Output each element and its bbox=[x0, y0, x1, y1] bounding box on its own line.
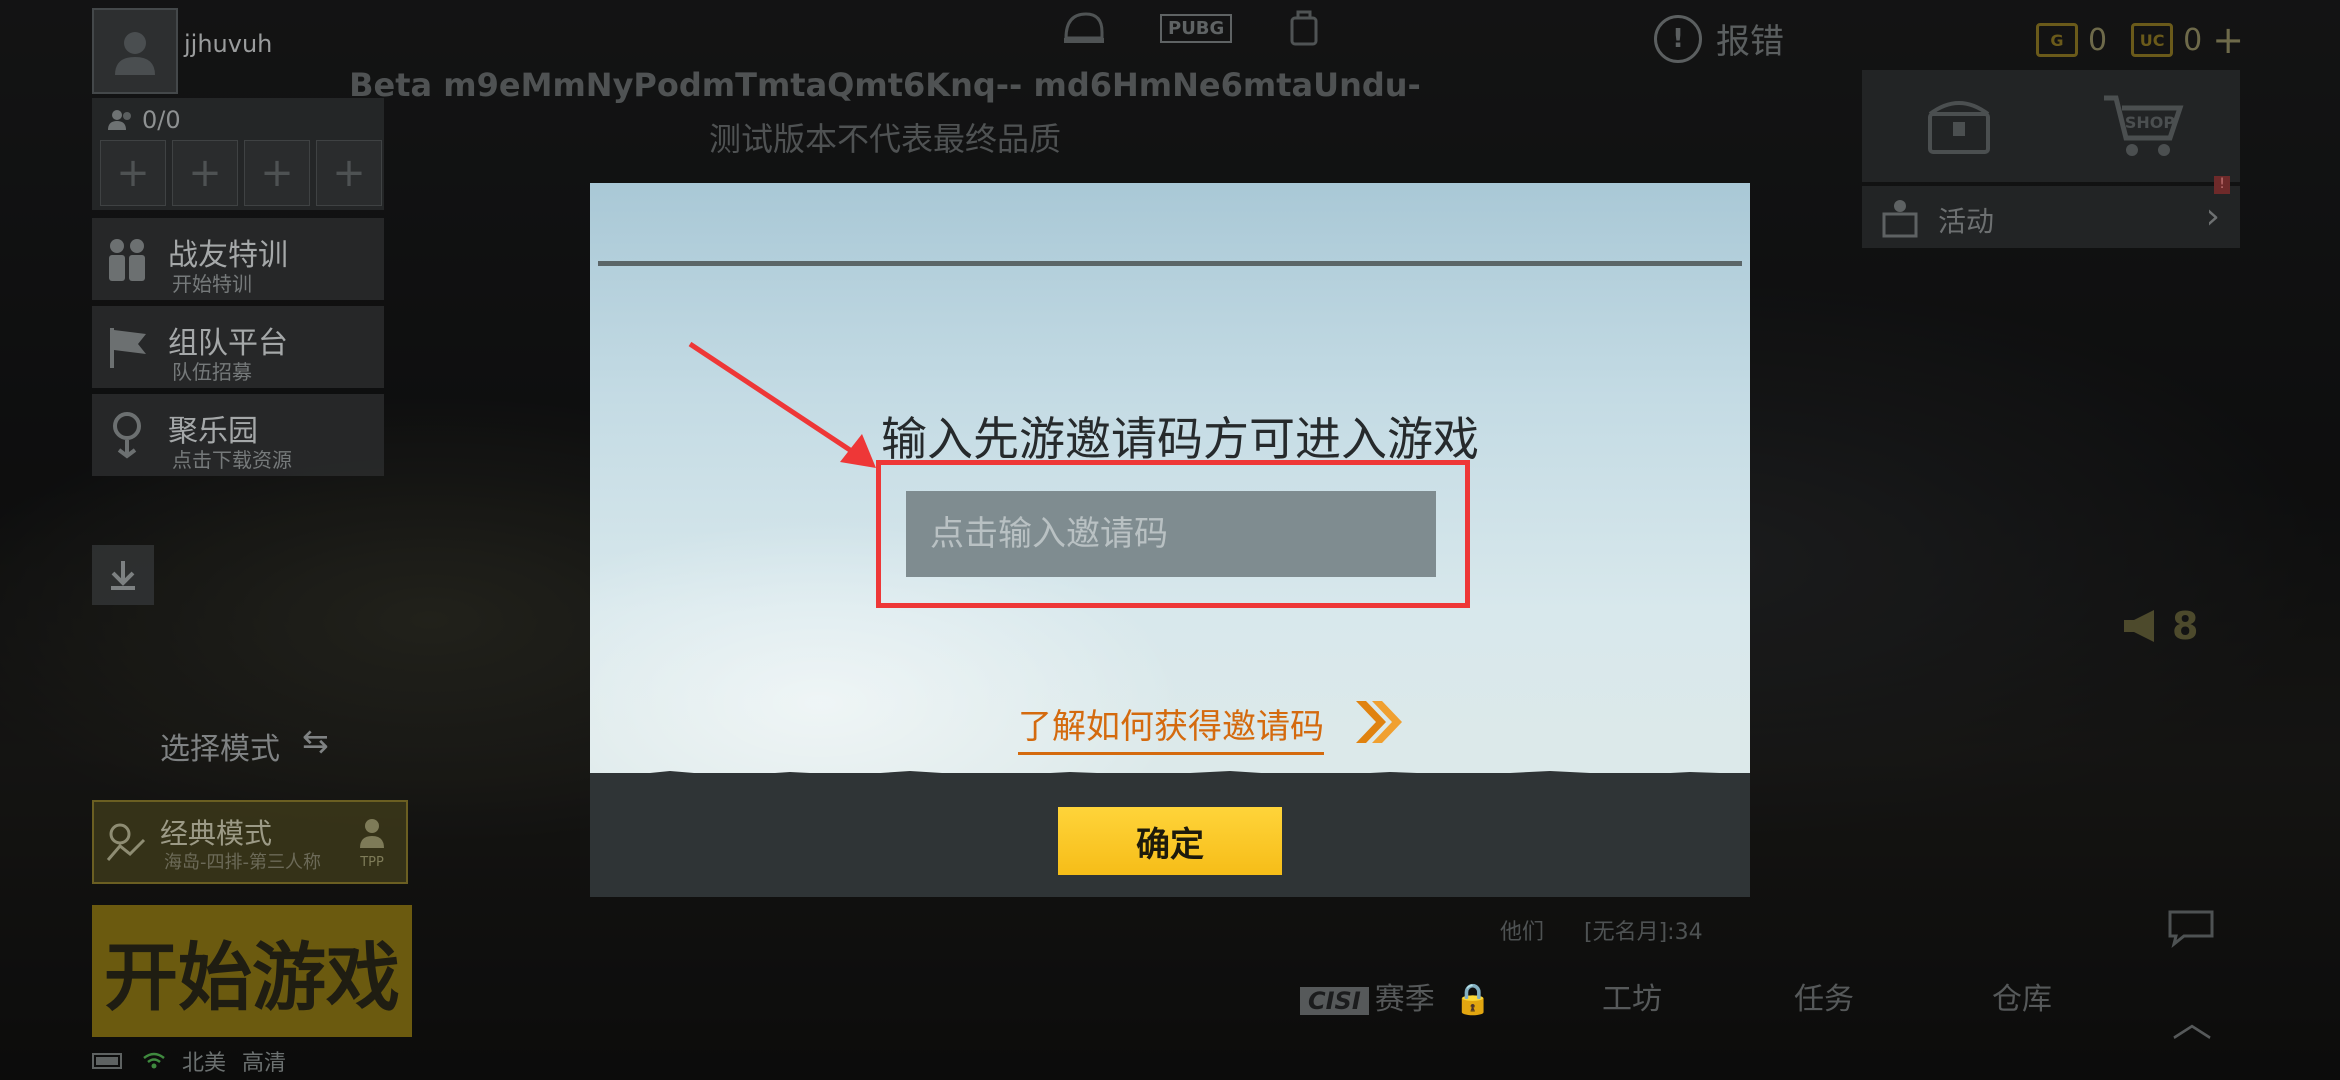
classic-mode-subtitle: 海岛-四排-第三人称 bbox=[164, 852, 321, 873]
shop-cart-icon[interactable]: SHOP bbox=[2100, 88, 2186, 162]
chevron-right-icon: › bbox=[2205, 196, 2220, 237]
friend-label: 他们 bbox=[1500, 920, 1545, 945]
chat-icon[interactable] bbox=[2166, 908, 2216, 948]
nav-label: 赛季 bbox=[1374, 982, 1435, 1017]
username: jjhuvuh bbox=[184, 30, 273, 58]
shop-label: SHOP bbox=[2125, 113, 2176, 132]
uc-icon: UC bbox=[2131, 23, 2174, 57]
gold-amount: 0 bbox=[2088, 22, 2108, 58]
nav-inventory[interactable]: 仓库 bbox=[1992, 974, 2052, 1018]
report-button[interactable]: ! 报错 bbox=[1654, 14, 1784, 63]
activity-label: 活动 bbox=[1938, 205, 1995, 238]
playground-icon bbox=[113, 412, 141, 459]
tpp-label: TPP bbox=[359, 855, 384, 870]
build-version: Beta m9eMmNyPodmTmtaQmt6Knq-- md6HmNe6mt… bbox=[349, 66, 1421, 104]
select-mode-label[interactable]: 选择模式 bbox=[160, 724, 280, 768]
menu-item-subtitle: 队伍招募 bbox=[172, 360, 252, 384]
menu-item-playground[interactable]: 聚乐园 点击下载资源 bbox=[92, 394, 384, 476]
how-to-get-code-link[interactable]: 了解如何获得邀请码 bbox=[1018, 699, 1324, 755]
nav-missions[interactable]: 任务 bbox=[1794, 974, 1854, 1018]
map-pin-icon bbox=[106, 823, 146, 861]
dialog-divider bbox=[598, 261, 1742, 266]
highlight-annotation bbox=[876, 460, 1470, 608]
wifi-icon bbox=[143, 1052, 165, 1069]
start-game-button[interactable]: 开始游戏 bbox=[92, 905, 412, 1037]
nav-workshop[interactable]: 工坊 bbox=[1602, 974, 1662, 1018]
menu-item-training[interactable]: 战友特训 开始特训 bbox=[92, 218, 384, 300]
chevron-up-icon[interactable]: ︿ bbox=[2172, 990, 2212, 1048]
menu-item-team-platform[interactable]: 组队平台 队伍招募 bbox=[92, 306, 384, 388]
currency-bar: G 0 UC 0 + bbox=[2036, 18, 2244, 62]
shop-panel: SHOP bbox=[1862, 70, 2240, 182]
friend-name: [无名月]:34 bbox=[1584, 920, 1703, 945]
double-chevron-right-icon[interactable] bbox=[1350, 697, 1406, 747]
megaphone-icon bbox=[2124, 610, 2154, 642]
classic-mode-selector[interactable]: 经典模式 海岛-四排-第三人称 TPP bbox=[92, 800, 408, 884]
activity-button[interactable]: 活动 ! › bbox=[1862, 176, 2240, 248]
battery-icon bbox=[92, 1053, 122, 1069]
red-arrow-annotation bbox=[688, 341, 876, 468]
menu-item-subtitle: 点击下载资源 bbox=[172, 448, 292, 472]
graphics-quality[interactable]: 高清 bbox=[242, 1045, 286, 1077]
nav-season[interactable]: CISI 赛季 🔒 bbox=[1300, 974, 1492, 1018]
server-region[interactable]: 北美 bbox=[182, 1045, 226, 1077]
speaker-count: 8 bbox=[2172, 604, 2199, 648]
helmet-icon[interactable] bbox=[1060, 8, 1108, 48]
treasure-chest-icon[interactable] bbox=[1924, 92, 1994, 158]
tpp-icon: TPP bbox=[359, 819, 384, 870]
exclamation-icon: ! bbox=[1654, 14, 1702, 63]
gold-coin-icon: G bbox=[2036, 23, 2078, 57]
report-label: 报错 bbox=[1716, 22, 1784, 62]
swap-arrows-icon[interactable]: ⇆ bbox=[302, 722, 329, 760]
season-logo: CISI bbox=[1300, 987, 1369, 1015]
beta-disclaimer: 测试版本不代表最终品质 bbox=[708, 120, 1061, 158]
lock-icon: 🔒 bbox=[1454, 982, 1492, 1017]
uc-amount: 0 bbox=[2183, 22, 2203, 58]
confirm-button[interactable]: 确定 bbox=[1058, 807, 1282, 875]
pubg-logo: PUBG bbox=[1160, 13, 1233, 43]
speaker-indicator: 8 bbox=[2120, 604, 2198, 648]
region-bar: 北美 高清 bbox=[92, 1045, 286, 1077]
menu-item-subtitle: 开始特训 bbox=[172, 272, 252, 296]
buddies-icon bbox=[109, 239, 145, 281]
download-button[interactable] bbox=[92, 545, 154, 605]
download-icon bbox=[111, 561, 135, 590]
activity-icon bbox=[1882, 200, 1918, 238]
top-center-icons: PUBG bbox=[1060, 8, 1324, 48]
add-currency-button[interactable]: + bbox=[2212, 18, 2244, 62]
flag-icon bbox=[110, 328, 146, 368]
classic-mode-title: 经典模式 bbox=[160, 817, 273, 850]
backpack-icon[interactable] bbox=[1284, 8, 1324, 48]
notification-badge: ! bbox=[2214, 176, 2230, 194]
friend-status: 他们 [无名月]:34 bbox=[1500, 914, 1703, 946]
